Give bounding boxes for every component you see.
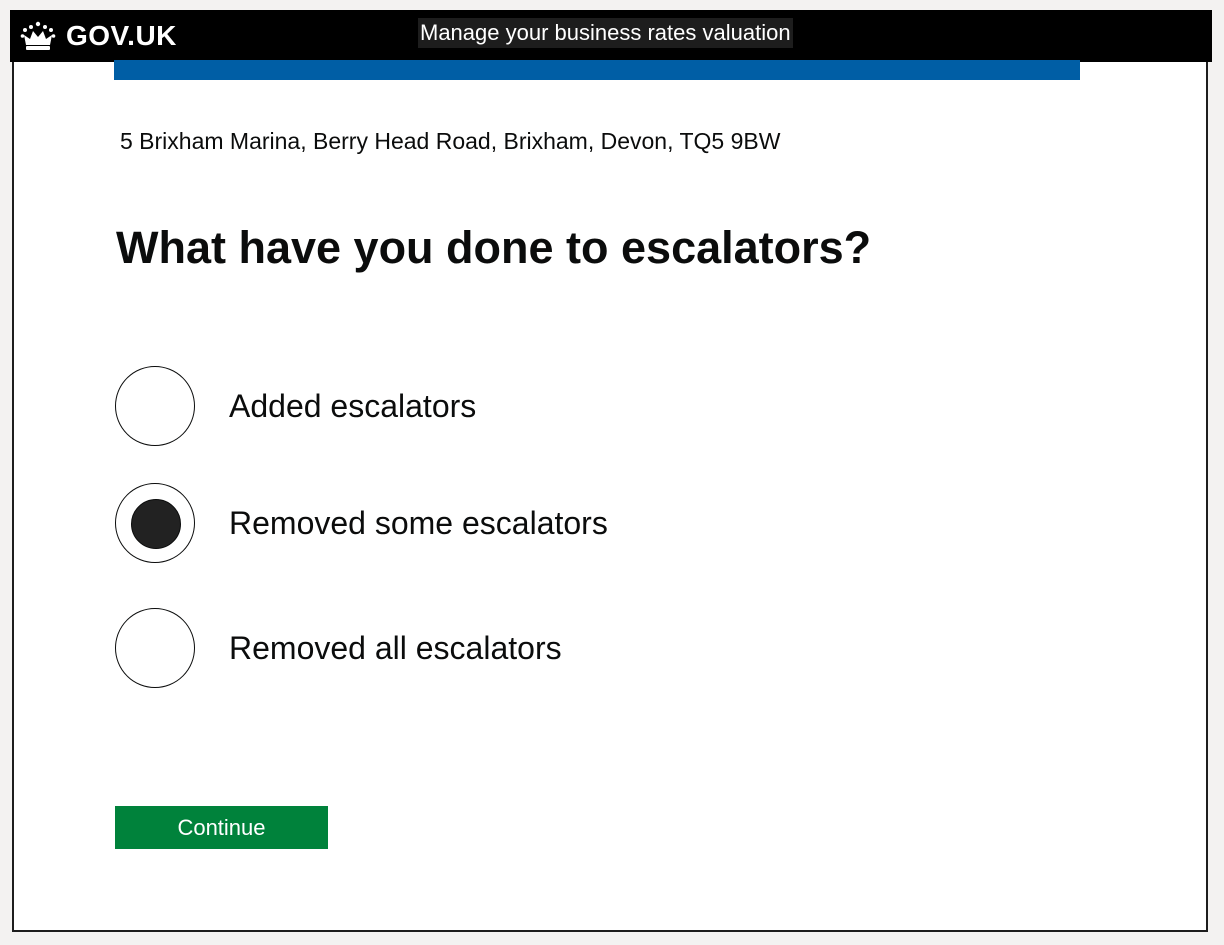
radio-option-removed-all[interactable]: Removed all escalators [115,606,562,690]
service-name[interactable]: Manage your business rates valuation [418,18,793,48]
radio-label-added[interactable]: Added escalators [229,388,476,425]
continue-button[interactable]: Continue [115,806,328,849]
header-accent-bar [114,60,1080,80]
radio-selected-dot [131,499,181,549]
radio-button-removed-some[interactable] [115,483,195,563]
radio-option-added[interactable]: Added escalators [115,364,476,448]
property-address: 5 Brixham Marina, Berry Head Road, Brixh… [120,128,781,154]
radio-button-added[interactable] [115,366,195,446]
logo-text: GOV.UK [66,20,177,51]
govuk-logo[interactable]: GOV.UK [20,18,177,54]
page-title: What have you done to escalators? [116,222,872,273]
crown-icon [20,21,56,50]
radio-label-removed-all[interactable]: Removed all escalators [229,630,562,667]
govuk-header: GOV.UK Manage your business rates valuat… [10,10,1212,62]
radio-button-removed-all[interactable] [115,608,195,688]
radio-option-removed-some[interactable]: Removed some escalators [115,481,608,565]
radio-label-removed-some[interactable]: Removed some escalators [229,505,608,542]
